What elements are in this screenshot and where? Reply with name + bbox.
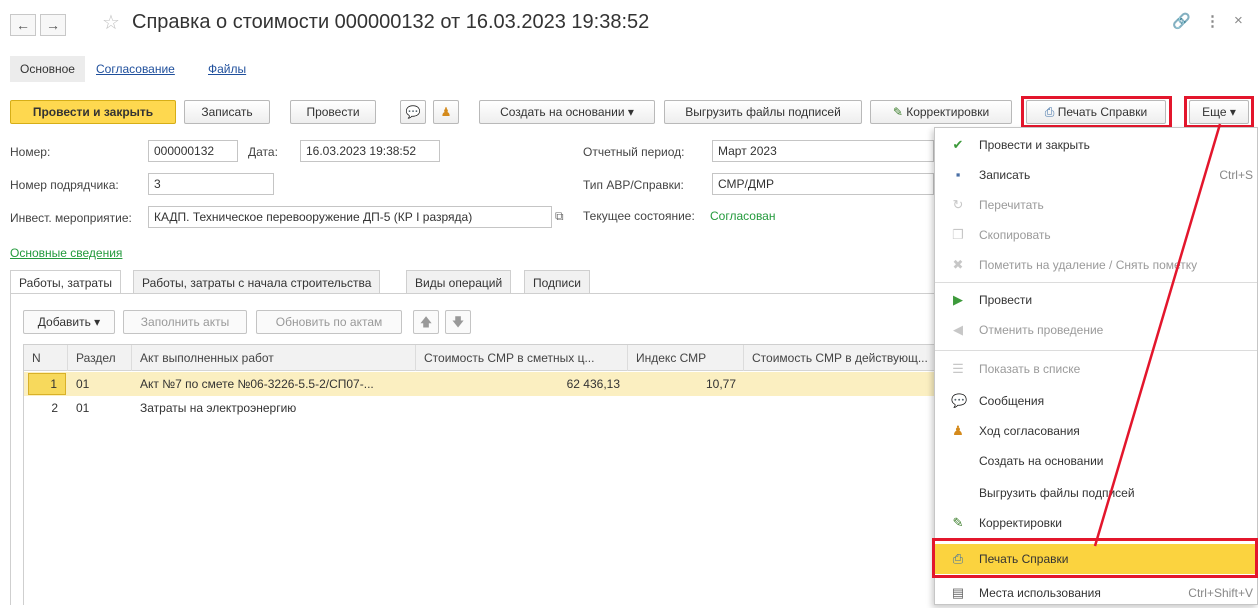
annotation-arrow (1093, 123, 1222, 547)
arrow-line (1093, 123, 1222, 547)
